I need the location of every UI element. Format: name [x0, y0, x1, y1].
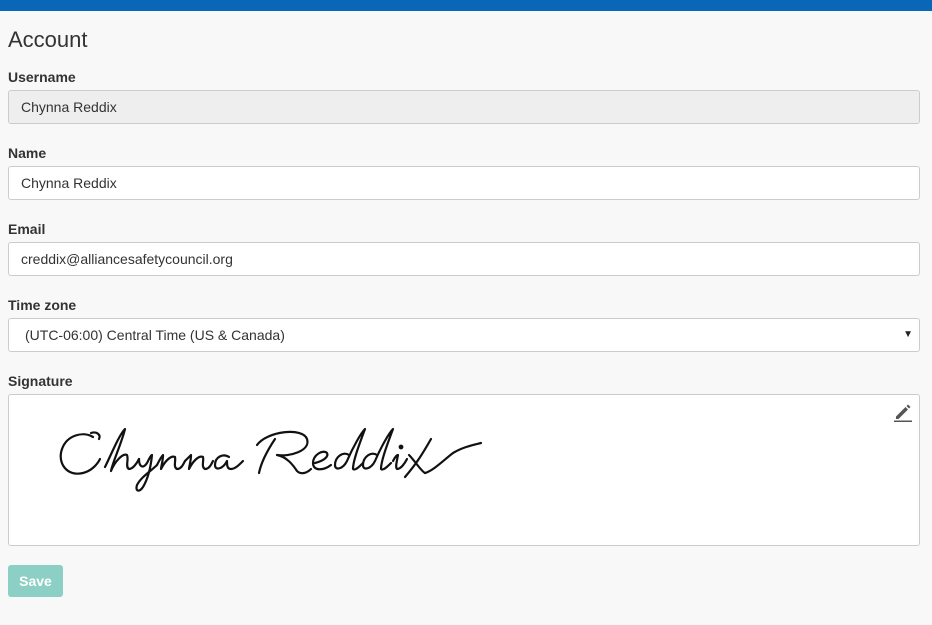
name-field[interactable]: Chynna Reddix [8, 166, 920, 200]
dropdown-caret-icon: ▼ [903, 329, 913, 340]
signature-label: Signature [8, 373, 73, 389]
name-label: Name [8, 145, 47, 161]
top-accent-bar [0, 0, 932, 11]
email-label: Email [8, 221, 46, 237]
signature-image [59, 427, 483, 492]
timezone-selected-value: (UTC-06:00) Central Time (US & Canada) [25, 327, 285, 343]
email-field[interactable]: creddix@alliancesafetycouncil.org [8, 242, 920, 276]
account-form: Account Username Chynna Reddix Name Chyn… [8, 11, 920, 597]
username-field: Chynna Reddix [8, 90, 920, 124]
timezone-select[interactable]: (UTC-06:00) Central Time (US & Canada) ▼ [8, 318, 920, 352]
pencil-icon[interactable] [893, 402, 913, 422]
save-button[interactable]: Save [8, 565, 63, 597]
signature-pad[interactable] [8, 394, 920, 546]
timezone-label: Time zone [8, 297, 77, 313]
page-title: Account [8, 27, 88, 52]
username-label: Username [8, 69, 76, 85]
